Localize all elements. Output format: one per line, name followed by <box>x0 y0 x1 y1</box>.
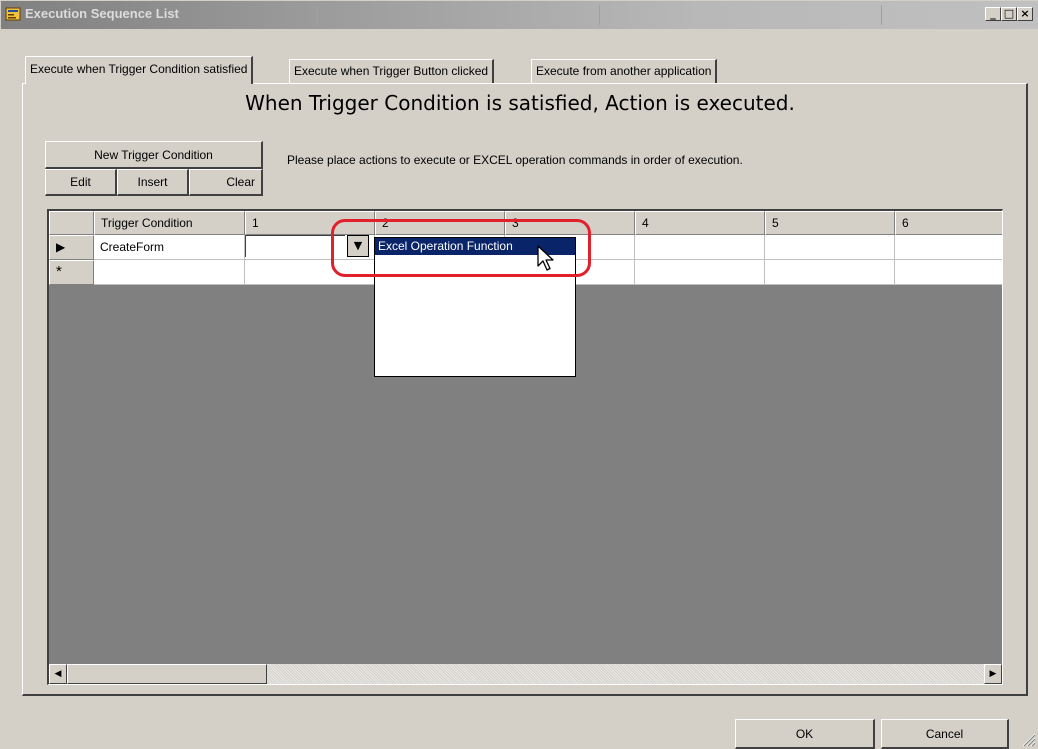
scroll-left-icon[interactable]: ◀ <box>49 664 67 684</box>
title-bar: Execution Sequence List _ □ × <box>1 1 1038 29</box>
action-cell-6[interactable] <box>895 260 1002 285</box>
column-header-5[interactable]: 5 <box>765 211 895 235</box>
grid-corner <box>49 211 94 235</box>
horizontal-scrollbar[interactable]: ◀ ▶ <box>49 664 1002 684</box>
tab-execute-another-application[interactable]: Execute from another application <box>531 59 718 83</box>
column-header-trigger[interactable]: Trigger Condition <box>94 211 245 235</box>
action-combo-input[interactable] <box>245 235 345 257</box>
column-header-4[interactable]: 4 <box>635 211 765 235</box>
action-cell-5[interactable] <box>765 260 895 285</box>
minimize-button[interactable]: _ <box>985 7 1001 21</box>
trigger-cell[interactable] <box>94 260 245 285</box>
title-separator <box>881 5 882 25</box>
edit-button[interactable]: Edit <box>45 169 117 196</box>
window-title: Execution Sequence List <box>25 6 179 21</box>
instruction-text: Please place actions to execute or EXCEL… <box>287 153 743 167</box>
tab-execute-trigger-condition[interactable]: Execute when Trigger Condition satisfied <box>25 56 254 84</box>
title-separator <box>599 5 600 25</box>
title-separator <box>317 5 318 25</box>
app-icon <box>5 7 21 21</box>
tab-execute-trigger-button[interactable]: Execute when Trigger Button clicked <box>289 59 495 83</box>
ok-button[interactable]: OK <box>735 719 875 749</box>
execution-grid[interactable]: Trigger Condition 1 2 3 4 5 6 ▶ CreateFo… <box>47 209 1003 685</box>
mouse-cursor-icon <box>537 245 554 271</box>
action-cell-6[interactable] <box>895 235 1002 260</box>
insert-button[interactable]: Insert <box>117 169 189 196</box>
action-cell-4[interactable] <box>635 235 765 260</box>
new-row-marker: * <box>49 260 94 285</box>
column-header-6[interactable]: 6 <box>895 211 1002 235</box>
action-cell-4[interactable] <box>635 260 765 285</box>
new-trigger-condition-button[interactable]: New Trigger Condition <box>45 141 263 169</box>
clear-button[interactable]: Clear <box>189 169 263 196</box>
trigger-cell[interactable]: CreateForm <box>94 235 245 260</box>
scroll-right-icon[interactable]: ▶ <box>984 664 1002 684</box>
close-button[interactable]: × <box>1017 7 1033 21</box>
resize-grip-icon[interactable] <box>1020 731 1036 747</box>
cancel-button[interactable]: Cancel <box>881 719 1009 749</box>
execution-sequence-window: Execution Sequence List _ □ × Execute wh… <box>0 0 1038 749</box>
maximize-button[interactable]: □ <box>1001 7 1017 21</box>
action-cell-5[interactable] <box>765 235 895 260</box>
scrollbar-thumb[interactable] <box>67 664 267 684</box>
current-row-marker: ▶ <box>49 235 94 260</box>
page-heading: When Trigger Condition is satisfied, Act… <box>245 91 795 115</box>
